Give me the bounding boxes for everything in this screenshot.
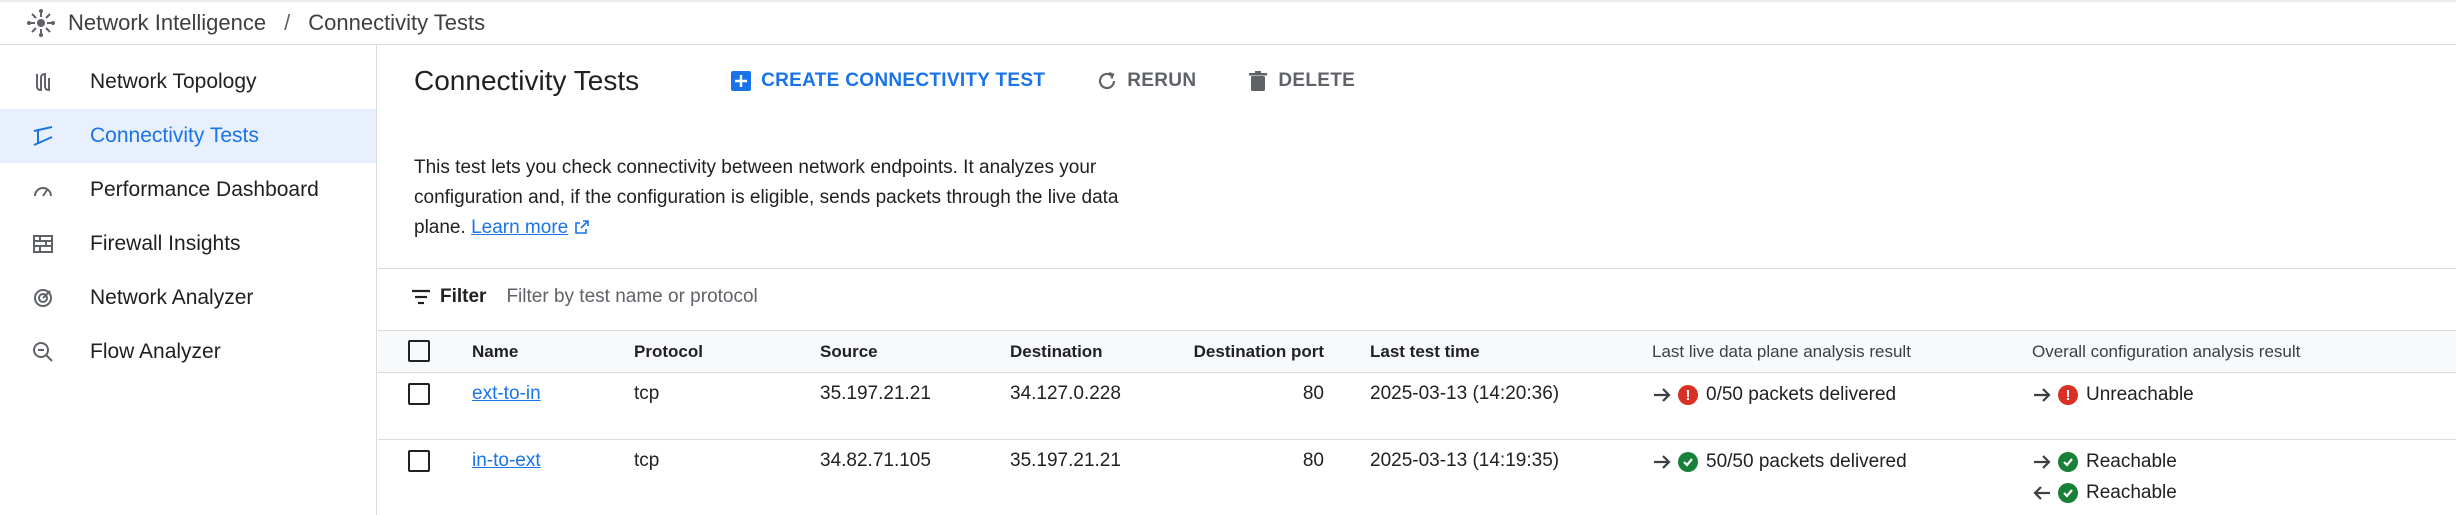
description-line: plane. Learn more	[414, 213, 1174, 243]
error-icon: !	[1678, 385, 1698, 405]
sidebar: Network Topology Connectivity Tests Perf…	[0, 45, 377, 515]
filter-bar: Filter	[378, 268, 2456, 324]
table-row: in-to-ext tcp 34.82.71.105 35.197.21.21 …	[378, 440, 2456, 515]
sidebar-item-label: Flow Analyzer	[90, 340, 221, 363]
filter-icon[interactable]	[410, 285, 434, 309]
filter-input[interactable]	[506, 285, 1107, 308]
check-circle-icon	[2058, 483, 2078, 503]
breadcrumb-separator: /	[284, 10, 291, 35]
column-header-config-result[interactable]: Overall configuration analysis result	[2032, 331, 2456, 373]
last-test-time-cell: 2025-03-13 (14:19:35)	[1370, 450, 1560, 471]
rerun-button-label: RERUN	[1127, 70, 1197, 91]
source-cell: 34.82.71.105	[820, 450, 931, 471]
sidebar-item-connectivity-tests[interactable]: Connectivity Tests	[0, 109, 376, 163]
sidebar-item-label: Connectivity Tests	[90, 124, 259, 147]
column-header-protocol[interactable]: Protocol	[634, 331, 820, 373]
analyzer-icon	[30, 285, 56, 311]
column-header-live-result[interactable]: Last live data plane analysis result	[1652, 331, 2032, 373]
arrow-right-icon	[2032, 384, 2054, 406]
destination-port-cell: 80	[1302, 383, 1324, 404]
description-text: plane.	[414, 217, 466, 238]
flow-search-icon	[30, 339, 56, 365]
sidebar-item-label: Performance Dashboard	[90, 178, 319, 201]
firewall-icon	[30, 231, 56, 257]
arrow-right-icon	[1652, 384, 1674, 406]
page-title: Connectivity Tests	[414, 65, 640, 96]
check-circle-icon	[2058, 452, 2078, 472]
connectivity-tests-table: Name Protocol Source Destination Destina…	[378, 330, 2456, 515]
config-result-text: Reachable	[2086, 482, 2177, 503]
create-connectivity-test-button[interactable]: CREATE CONNECTIVITY TEST	[729, 69, 1045, 93]
topology-icon	[30, 69, 56, 95]
add-box-icon	[729, 69, 753, 93]
create-button-label: CREATE CONNECTIVITY TEST	[761, 70, 1046, 91]
description-line: This test lets you check connectivity be…	[414, 157, 1097, 178]
breadcrumb-app[interactable]: Network Intelligence	[68, 10, 266, 36]
gauge-icon	[30, 177, 56, 203]
learn-more-link[interactable]: Learn more	[471, 217, 568, 238]
protocol-cell: tcp	[634, 383, 660, 404]
top-bar: Network Intelligence / Connectivity Test…	[0, 0, 2456, 45]
breadcrumb-page: Connectivity Tests	[308, 10, 486, 35]
description-line: configuration and, if the configuration …	[414, 187, 1119, 208]
table-header-row: Name Protocol Source Destination Destina…	[378, 330, 2456, 373]
sidebar-item-flow-analyzer[interactable]: Flow Analyzer	[0, 325, 376, 379]
column-header-destination[interactable]: Destination	[1010, 331, 1184, 373]
delete-button-label: DELETE	[1278, 70, 1356, 91]
row-checkbox[interactable]	[408, 383, 430, 405]
external-link-icon	[574, 220, 589, 234]
protocol-cell: tcp	[634, 450, 660, 471]
config-result-text: Reachable	[2086, 451, 2177, 472]
page-description: This test lets you check connectivity be…	[414, 153, 1174, 243]
network-intelligence-logo-icon	[27, 9, 55, 37]
delete-button[interactable]: DELETE	[1246, 69, 1355, 93]
last-test-time-cell: 2025-03-13 (14:20:36)	[1370, 383, 1560, 404]
arrow-left-icon	[2032, 482, 2054, 504]
sidebar-item-firewall-insights[interactable]: Firewall Insights	[0, 217, 376, 271]
column-header-destination-port[interactable]: Destination port	[1184, 331, 1370, 373]
test-name-link[interactable]: in-to-ext	[472, 450, 541, 471]
live-result-cell: ! 0/50 packets delivered	[1652, 373, 2032, 440]
live-result-text: 50/50 packets delivered	[1706, 451, 1907, 472]
destination-cell: 34.127.0.228	[1010, 383, 1121, 404]
destination-port-cell: 80	[1302, 450, 1324, 471]
refresh-icon	[1095, 69, 1119, 93]
trash-icon	[1246, 69, 1270, 93]
sidebar-item-network-topology[interactable]: Network Topology	[0, 55, 376, 109]
sidebar-item-performance-dashboard[interactable]: Performance Dashboard	[0, 163, 376, 217]
check-circle-icon	[1678, 452, 1698, 472]
sidebar-item-label: Network Topology	[90, 70, 257, 93]
connectivity-icon	[30, 123, 56, 149]
select-all-checkbox[interactable]	[408, 340, 430, 362]
column-header-last-test-time[interactable]: Last test time	[1370, 331, 1652, 373]
rerun-button[interactable]: RERUN	[1095, 69, 1196, 93]
destination-cell: 35.197.21.21	[1010, 450, 1121, 471]
test-name-link[interactable]: ext-to-in	[472, 383, 541, 404]
config-result-cell: Reachable Reachable	[2032, 440, 2456, 515]
config-result-cell: ! Unreachable	[2032, 373, 2456, 440]
page-header: Connectivity Tests CREATE CONNECTIVITY T…	[378, 45, 2456, 117]
arrow-right-icon	[1652, 451, 1674, 473]
column-header-name[interactable]: Name	[472, 331, 634, 373]
filter-label: Filter	[440, 285, 487, 307]
live-result-cell: 50/50 packets delivered	[1652, 440, 2032, 515]
source-cell: 35.197.21.21	[820, 383, 931, 404]
table-row: ext-to-in tcp 35.197.21.21 34.127.0.228 …	[378, 373, 2456, 440]
sidebar-item-label: Network Analyzer	[90, 286, 254, 309]
live-result-text: 0/50 packets delivered	[1706, 384, 1897, 405]
main-content: Connectivity Tests CREATE CONNECTIVITY T…	[378, 45, 2456, 515]
config-result-text: Unreachable	[2086, 384, 2194, 405]
sidebar-item-label: Firewall Insights	[90, 232, 241, 255]
error-icon: !	[2058, 385, 2078, 405]
arrow-right-icon	[2032, 451, 2054, 473]
column-header-source[interactable]: Source	[820, 331, 1010, 373]
row-checkbox[interactable]	[408, 450, 430, 472]
sidebar-item-network-analyzer[interactable]: Network Analyzer	[0, 271, 376, 325]
